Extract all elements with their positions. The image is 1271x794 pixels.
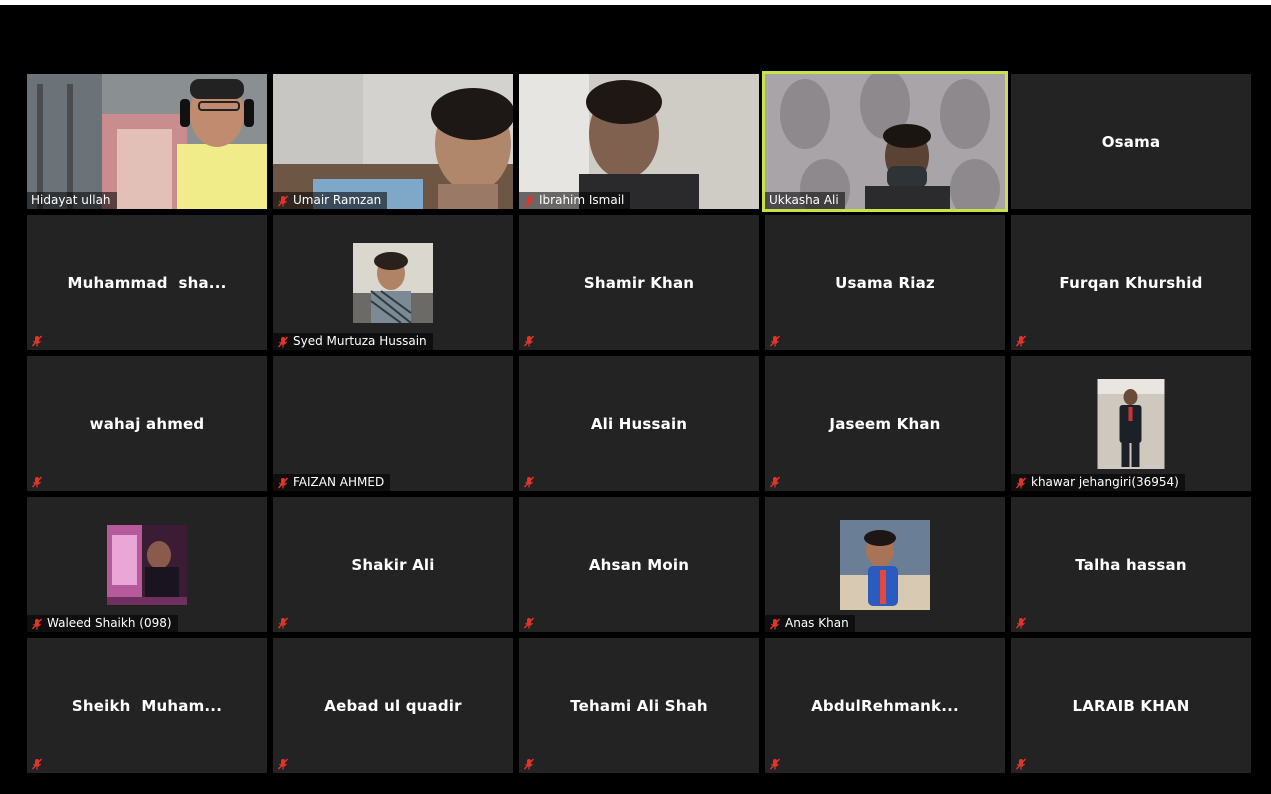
participant-display-name: AbdulRehmank... — [811, 696, 959, 715]
participant-tile[interactable]: Syed Murtuza Hussain — [273, 215, 513, 350]
participant-tile[interactable]: Hidayat ullah — [27, 74, 267, 209]
participant-name: Waleed Shaikh (098) — [47, 616, 172, 630]
participant-display-name: Shakir Ali — [351, 555, 435, 574]
participant-name-tag: khawar jehangiri(36954) — [1011, 474, 1185, 491]
muted-mic-icon — [277, 195, 289, 206]
participant-tile[interactable]: Umair Ramzan — [273, 74, 513, 209]
muted-mic-icon — [523, 335, 535, 347]
participant-tile[interactable]: Anas Khan — [765, 497, 1005, 632]
participant-name-tag: Syed Murtuza Hussain — [273, 333, 433, 350]
participant-name-tag: FAIZAN AHMED — [273, 474, 391, 491]
participant-name-tag: Waleed Shaikh (098) — [27, 615, 178, 632]
participant-tile[interactable]: Ali Hussain — [519, 356, 759, 491]
participant-tile[interactable]: Osama — [1011, 74, 1251, 209]
participant-tile[interactable]: Aebad ul quadir — [273, 638, 513, 773]
participant-display-name: Ahsan Moin — [588, 555, 690, 574]
profile-photo — [840, 519, 930, 610]
active-speaker-tile[interactable]: Ukkasha Ali — [762, 71, 1008, 212]
participant-name: khawar jehangiri(36954) — [1031, 475, 1179, 489]
participant-display-name: LARAIB KHAN — [1072, 696, 1190, 715]
muted-mic-icon — [523, 617, 535, 629]
participant-video — [765, 74, 1005, 209]
participant-name: Hidayat ullah — [31, 193, 111, 207]
participant-display-name: Muhammad sha... — [67, 273, 227, 292]
participant-display-name: Shamir Khan — [583, 273, 695, 292]
participant-name-tag: Anas Khan — [765, 615, 855, 632]
participant-name-tag: Ibrahim Ismail — [519, 192, 631, 209]
participant-name: Ukkasha Ali — [769, 193, 839, 207]
profile-photo — [107, 524, 187, 605]
participant-tile[interactable]: Furqan Khurshid — [1011, 215, 1251, 350]
muted-mic-icon — [1015, 477, 1027, 488]
muted-mic-icon — [31, 758, 43, 770]
window-top-edge — [0, 0, 1271, 5]
muted-mic-icon — [277, 336, 289, 347]
participant-name-tag: Umair Ramzan — [273, 192, 388, 209]
participant-tile[interactable]: Jaseem Khan — [765, 356, 1005, 491]
muted-mic-icon — [769, 618, 781, 629]
muted-mic-icon — [769, 335, 781, 347]
participant-display-name: Usama Riaz — [835, 273, 935, 292]
participant-name: Umair Ramzan — [293, 193, 382, 207]
participant-tile[interactable]: Tehami Ali Shah — [519, 638, 759, 773]
participant-tile[interactable]: Talha hassan — [1011, 497, 1251, 632]
participant-name-tag: Ukkasha Ali — [765, 192, 845, 209]
participant-display-name: Aebad ul quadir — [324, 696, 462, 715]
muted-mic-icon — [277, 758, 289, 770]
participant-name-tag: Hidayat ullah — [27, 192, 117, 209]
participant-display-name: Osama — [1101, 132, 1161, 151]
participant-display-name: Sheikh Muham... — [71, 696, 223, 715]
muted-mic-icon — [769, 758, 781, 770]
participant-tile[interactable]: FAIZAN AHMED — [273, 356, 513, 491]
participant-tile[interactable]: wahaj ahmed — [27, 356, 267, 491]
muted-mic-icon — [523, 758, 535, 770]
participant-video — [519, 74, 759, 209]
participant-name: Syed Murtuza Hussain — [293, 334, 427, 348]
muted-mic-icon — [1015, 335, 1027, 347]
muted-mic-icon — [31, 476, 43, 488]
participant-tile[interactable]: Shamir Khan — [519, 215, 759, 350]
participant-video — [273, 74, 513, 209]
participant-display-name: Tehami Ali Shah — [570, 696, 708, 715]
muted-mic-icon — [31, 335, 43, 347]
participant-tile[interactable]: Shakir Ali — [273, 497, 513, 632]
participant-name: Ibrahim Ismail — [539, 193, 625, 207]
participant-display-name: Talha hassan — [1075, 555, 1187, 574]
muted-mic-icon — [31, 618, 43, 629]
participant-tile[interactable]: khawar jehangiri(36954) — [1011, 356, 1251, 491]
participant-name: Anas Khan — [785, 616, 849, 630]
participant-tile[interactable]: Ibrahim Ismail — [519, 74, 759, 209]
participant-display-name: Furqan Khurshid — [1059, 273, 1203, 292]
participant-display-name: Jaseem Khan — [829, 414, 941, 433]
participant-tile[interactable]: AbdulRehmank... — [765, 638, 1005, 773]
muted-mic-icon — [1015, 758, 1027, 770]
participant-display-name: Ali Hussain — [590, 414, 688, 433]
profile-photo — [353, 242, 433, 323]
participant-name: FAIZAN AHMED — [293, 475, 385, 489]
participant-display-name: wahaj ahmed — [89, 414, 205, 433]
muted-mic-icon — [769, 476, 781, 488]
profile-photo — [1097, 378, 1165, 469]
muted-mic-icon — [1015, 617, 1027, 629]
participant-video — [27, 74, 267, 209]
muted-mic-icon — [277, 477, 289, 488]
participant-tile[interactable]: Muhammad sha... — [27, 215, 267, 350]
participant-tile[interactable]: Waleed Shaikh (098) — [27, 497, 267, 632]
participant-tile[interactable]: Ahsan Moin — [519, 497, 759, 632]
gallery-grid: Hidayat ullah Umair Ramzan Ibrahim Ismai… — [27, 71, 1251, 773]
muted-mic-icon — [523, 476, 535, 488]
participant-tile[interactable]: Sheikh Muham... — [27, 638, 267, 773]
participant-tile[interactable]: Usama Riaz — [765, 215, 1005, 350]
muted-mic-icon — [277, 617, 289, 629]
participant-tile[interactable]: LARAIB KHAN — [1011, 638, 1251, 773]
muted-mic-icon — [523, 195, 535, 206]
